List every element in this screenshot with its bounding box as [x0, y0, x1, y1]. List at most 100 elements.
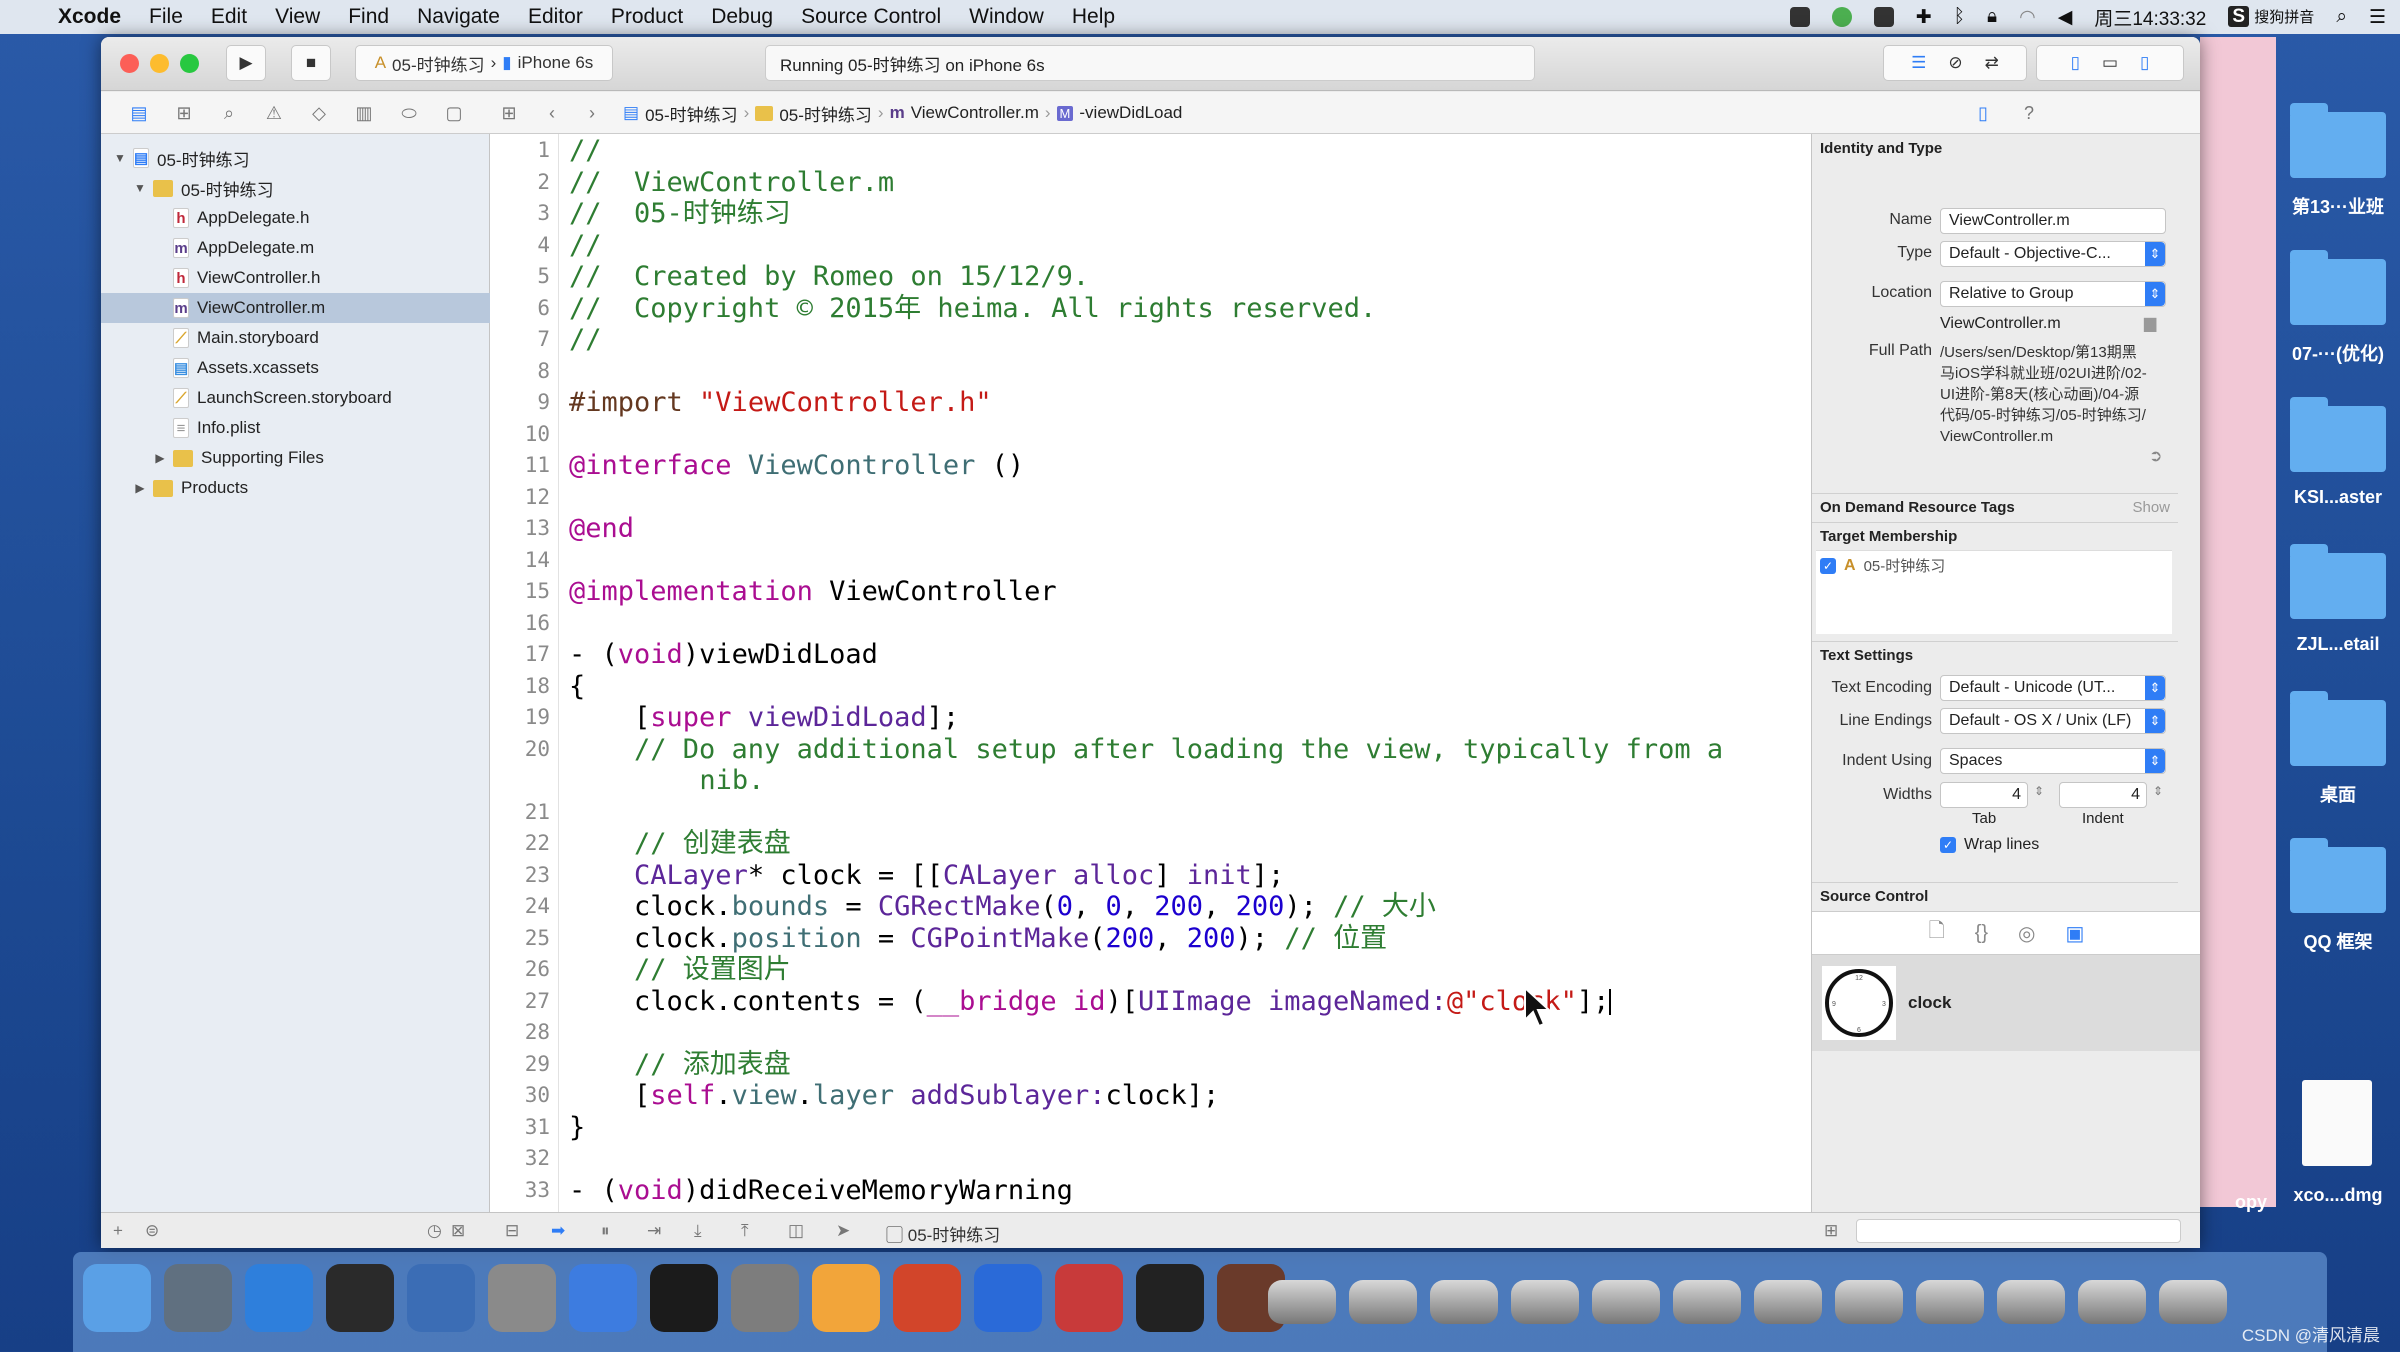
- add-icon[interactable]: +: [113, 1221, 123, 1241]
- plus-icon[interactable]: ✚: [1916, 6, 1932, 29]
- spotlight-icon[interactable]: ⌕: [2336, 6, 2347, 28]
- indent-width-field[interactable]: 4: [2059, 782, 2147, 808]
- code-line[interactable]: clock.bounds = CGRectMake(0, 0, 200, 200…: [569, 891, 1436, 923]
- code-line[interactable]: //: [569, 135, 602, 167]
- dock-window-icon[interactable]: [2078, 1280, 2146, 1324]
- menu-view[interactable]: View: [275, 5, 320, 29]
- desktop-item-label[interactable]: KSI...aster: [2276, 487, 2400, 508]
- nav-item[interactable]: ⟋ Main.storyboard: [101, 323, 490, 353]
- library-filter-field[interactable]: [1856, 1219, 2181, 1243]
- menu-navigate[interactable]: Navigate: [417, 5, 500, 29]
- breakpoint-navigator-icon[interactable]: ⬭: [398, 102, 420, 124]
- line-endings-popup[interactable]: Default - OS X / Unix (LF): [1940, 708, 2166, 734]
- nav-item[interactable]: m ViewController.m: [101, 293, 490, 323]
- dmg-file-icon[interactable]: [2302, 1080, 2372, 1166]
- object-library-icon[interactable]: ◎: [2018, 921, 2035, 946]
- lock-icon[interactable]: 🔒︎: [1987, 6, 1997, 28]
- source-editor[interactable]: 1 2 3 4 5 6 7 8 9 10 11 12 13 14 15 16 17 18 19 20 21 22 23 24 2…: [490, 134, 1911, 1212]
- desktop-folder-icon[interactable]: [2290, 397, 2386, 472]
- reveal-in-finder-icon[interactable]: ➲: [2149, 446, 2162, 466]
- breadcrumb-file[interactable]: ViewController.m: [911, 103, 1039, 123]
- menu-file[interactable]: File: [149, 5, 183, 29]
- debug-target[interactable]: ▢ 05-时钟练习: [886, 1221, 1000, 1246]
- indent-width-stepper[interactable]: ⇕: [2153, 784, 2163, 798]
- dock-mouse-icon[interactable]: [326, 1264, 394, 1332]
- nav-item[interactable]: ▼ ▤ 05-时钟练习: [101, 143, 490, 173]
- wrap-lines-checkbox[interactable]: ✓ Wrap lines: [1940, 836, 2039, 854]
- standard-editor-icon[interactable]: ☰: [1911, 53, 1926, 73]
- ime-label[interactable]: S 搜狗拼音: [2228, 6, 2314, 28]
- breadcrumb-method[interactable]: -viewDidLoad: [1079, 103, 1182, 123]
- back-icon[interactable]: ‹: [541, 102, 563, 124]
- dock-keynote-icon[interactable]: [407, 1264, 475, 1332]
- location-popup[interactable]: Relative to Group: [1940, 281, 2166, 307]
- tab-width-stepper[interactable]: ⇕: [2034, 784, 2044, 798]
- tab-width-field[interactable]: 4: [1940, 782, 2028, 808]
- dock-finder-icon[interactable]: [83, 1264, 151, 1332]
- toggle-debug-area-icon[interactable]: ▭: [2102, 53, 2118, 73]
- recent-files-icon[interactable]: ◷: [427, 1221, 442, 1241]
- code-line[interactable]: @end: [569, 513, 634, 545]
- desktop-folder-icon[interactable]: [2290, 838, 2386, 913]
- code-line[interactable]: @interface ViewController (): [569, 450, 1024, 482]
- menu-window[interactable]: Window: [969, 5, 1044, 29]
- dock-window-icon[interactable]: [1592, 1280, 1660, 1324]
- related-items-icon[interactable]: ⊞: [498, 102, 520, 124]
- wifi-icon[interactable]: ◠: [2019, 6, 2036, 29]
- nav-item[interactable]: h AppDelegate.h: [101, 203, 490, 233]
- code-line[interactable]: //: [569, 324, 602, 356]
- breakpoints-toggle-icon[interactable]: ➡: [551, 1221, 565, 1241]
- code-line[interactable]: [super viewDidLoad];: [569, 702, 959, 734]
- filter-icon[interactable]: ⊜: [145, 1221, 159, 1241]
- code-line[interactable]: #import "ViewController.h": [569, 387, 992, 419]
- dock-launchpad-icon[interactable]: [164, 1264, 232, 1332]
- code-line[interactable]: - (void)didReceiveMemoryWarning: [569, 1175, 1073, 1207]
- nav-item[interactable]: ⟋ LaunchScreen.storyboard: [101, 383, 490, 413]
- simulate-location-icon[interactable]: ➤: [836, 1221, 850, 1241]
- menu-source-control[interactable]: Source Control: [801, 5, 941, 29]
- status-icon[interactable]: [1831, 7, 1852, 27]
- file-inspector-icon[interactable]: ▯: [1972, 102, 1994, 124]
- project-navigator-icon[interactable]: ▤: [128, 102, 150, 124]
- dock-safari-icon[interactable]: [245, 1264, 313, 1332]
- dock-xcode-hammer-icon[interactable]: [488, 1264, 556, 1332]
- code-line[interactable]: // Do any additional setup after loading…: [569, 734, 1723, 766]
- code-line[interactable]: {: [569, 671, 585, 703]
- code-line[interactable]: - (void)viewDidLoad: [569, 639, 878, 671]
- desktop-folder-icon[interactable]: [2290, 103, 2386, 178]
- menu-edit[interactable]: Edit: [211, 5, 247, 29]
- dock-window-icon[interactable]: [1268, 1280, 1336, 1324]
- step-over-icon[interactable]: ⇥: [647, 1221, 661, 1241]
- disclosure-triangle-icon[interactable]: ▶: [153, 451, 167, 465]
- debug-navigator-icon[interactable]: ▥: [353, 102, 375, 124]
- quick-help-icon[interactable]: ?: [2018, 102, 2040, 124]
- toggle-navigator-icon[interactable]: ▯: [2071, 53, 2080, 73]
- code-line[interactable]: }: [569, 1112, 585, 1144]
- disclosure-triangle-icon[interactable]: ▼: [133, 181, 147, 195]
- dock-parallels-icon[interactable]: [1055, 1264, 1123, 1332]
- step-out-icon[interactable]: ⤒: [741, 1221, 749, 1241]
- pause-icon[interactable]: ⏸: [601, 1221, 610, 1241]
- menu-help[interactable]: Help: [1072, 5, 1115, 29]
- dock-window-icon[interactable]: [1349, 1280, 1417, 1324]
- code-line[interactable]: // 设置图片: [569, 954, 791, 986]
- dock-xcode-icon[interactable]: [569, 1264, 637, 1332]
- desktop-item-label[interactable]: 07-···(优化): [2276, 340, 2400, 366]
- menu-find[interactable]: Find: [348, 5, 389, 29]
- scheme-selector[interactable]: A 05-时钟练习 › ▮ iPhone 6s: [355, 45, 613, 81]
- grid-view-icon[interactable]: ⊞: [1824, 1221, 1838, 1241]
- toggle-utilities-icon[interactable]: ▯: [2140, 53, 2149, 73]
- code-line[interactable]: clock.position = CGPointMake(200, 200); …: [569, 923, 1387, 955]
- dock-window-icon[interactable]: [1754, 1280, 1822, 1324]
- code-line[interactable]: // Copyright © 2015年 heima. All rights r…: [569, 293, 1376, 325]
- issue-navigator-icon[interactable]: ⚠: [263, 102, 285, 124]
- version-editor-icon[interactable]: ⇄: [1985, 53, 1999, 73]
- breadcrumb-group[interactable]: 05-时钟练习: [779, 101, 872, 126]
- dock-powerpoint-icon[interactable]: [893, 1264, 961, 1332]
- code-line[interactable]: // 创建表盘: [569, 828, 791, 860]
- menu-editor[interactable]: Editor: [528, 5, 583, 29]
- view-debugger-icon[interactable]: ◫: [788, 1221, 804, 1241]
- forward-icon[interactable]: ›: [581, 102, 603, 124]
- code-line[interactable]: //: [569, 230, 602, 262]
- target-row[interactable]: ✓ A 05-时钟练习: [1816, 551, 2172, 580]
